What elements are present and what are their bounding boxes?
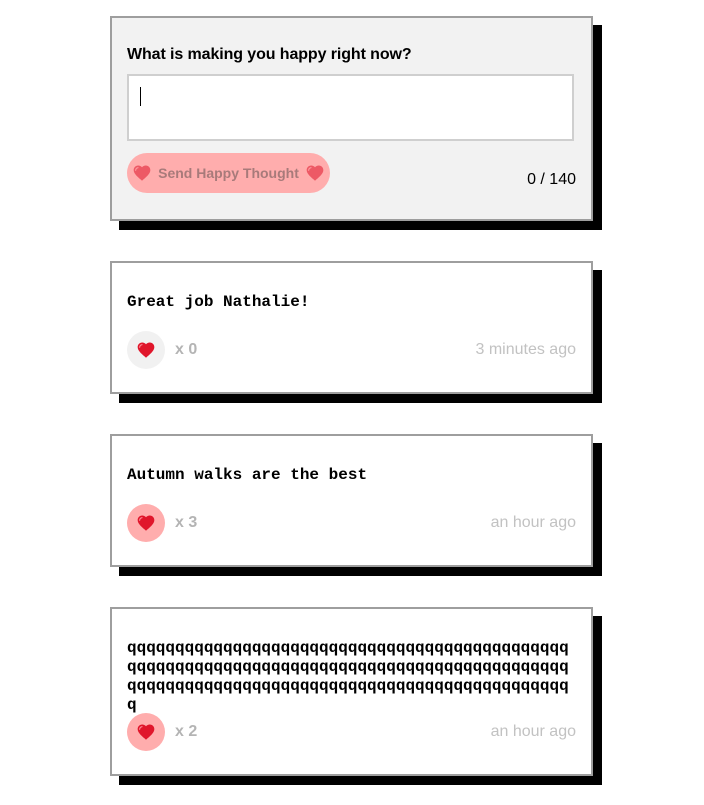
thought-textarea[interactable] bbox=[127, 74, 574, 141]
heart-icon bbox=[136, 513, 156, 533]
thought-card: Great job Nathalie! x 0 3 minutes ago bbox=[110, 261, 593, 394]
thought-timestamp: an hour ago bbox=[490, 723, 576, 740]
send-happy-thought-button[interactable]: Send Happy Thought bbox=[127, 153, 330, 193]
heart-icon bbox=[132, 163, 152, 183]
like-count: x 3 bbox=[175, 514, 198, 531]
thought-message: qqqqqqqqqqqqqqqqqqqqqqqqqqqqqqqqqqqqqqqq… bbox=[127, 639, 569, 714]
heart-icon bbox=[136, 722, 156, 742]
heart-icon bbox=[305, 163, 325, 183]
thought-timestamp: an hour ago bbox=[490, 514, 576, 531]
send-button-label: Send Happy Thought bbox=[158, 165, 299, 181]
like-count: x 0 bbox=[175, 341, 198, 358]
thought-message: Autumn walks are the best bbox=[127, 466, 368, 484]
thought-footer: x 2 an hour ago bbox=[127, 713, 576, 751]
character-counter: 0 / 140 bbox=[527, 171, 576, 188]
like-button[interactable] bbox=[127, 504, 165, 542]
thought-card: qqqqqqqqqqqqqqqqqqqqqqqqqqqqqqqqqqqqqqqq… bbox=[110, 607, 593, 776]
thought-message: Great job Nathalie! bbox=[127, 293, 310, 311]
like-button[interactable] bbox=[127, 331, 165, 369]
thought-timestamp: 3 minutes ago bbox=[475, 341, 576, 358]
like-count: x 2 bbox=[175, 723, 198, 740]
form-question-label: What is making you happy right now? bbox=[127, 46, 412, 63]
text-caret bbox=[140, 87, 141, 106]
happy-thought-form: What is making you happy right now? Send… bbox=[110, 16, 593, 221]
heart-icon bbox=[136, 340, 156, 360]
thought-footer: x 3 an hour ago bbox=[127, 504, 576, 542]
thought-footer: x 0 3 minutes ago bbox=[127, 331, 576, 369]
like-button[interactable] bbox=[127, 713, 165, 751]
thought-card: Autumn walks are the best x 3 an hour ag… bbox=[110, 434, 593, 567]
